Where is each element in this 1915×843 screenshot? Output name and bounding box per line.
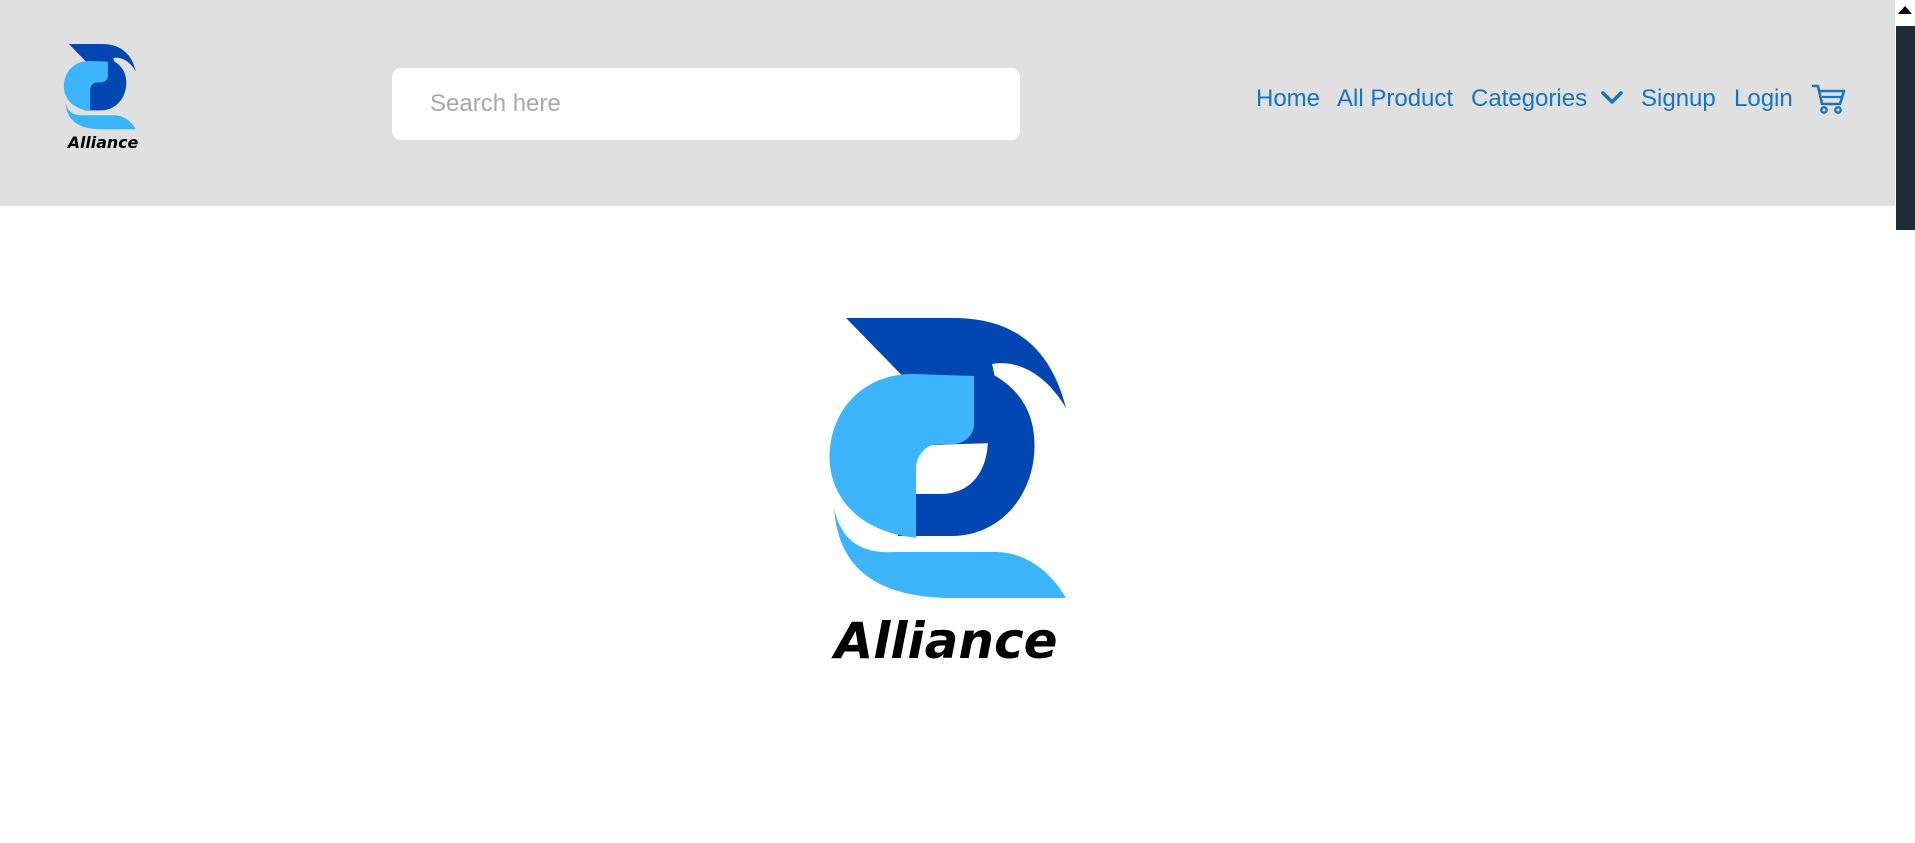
nav-home-link[interactable]: Home xyxy=(1256,84,1320,114)
page: Alliance Home All Product Categories Sig… xyxy=(0,0,1915,843)
chevron-down-icon[interactable] xyxy=(1601,89,1623,107)
search-input[interactable] xyxy=(392,68,1020,140)
nav-all-product-link[interactable]: All Product xyxy=(1337,84,1453,114)
search-box xyxy=(392,68,1020,140)
site-header: Alliance Home All Product Categories Sig… xyxy=(0,0,1895,206)
hero-logo: Alliance xyxy=(829,318,1066,666)
cart-icon[interactable] xyxy=(1812,83,1846,115)
nav-categories-link[interactable]: Categories xyxy=(1471,84,1587,114)
scroll-up-arrow-icon[interactable] xyxy=(1898,6,1912,14)
nav-login-link[interactable]: Login xyxy=(1734,84,1793,114)
header-logo-wordmark: Alliance xyxy=(66,133,139,150)
header-logo[interactable]: Alliance xyxy=(62,44,144,150)
hero-logo-wordmark: Alliance xyxy=(831,612,1058,666)
scrollbar-thumb[interactable] xyxy=(1896,26,1915,230)
nav-signup-link[interactable]: Signup xyxy=(1641,84,1716,114)
